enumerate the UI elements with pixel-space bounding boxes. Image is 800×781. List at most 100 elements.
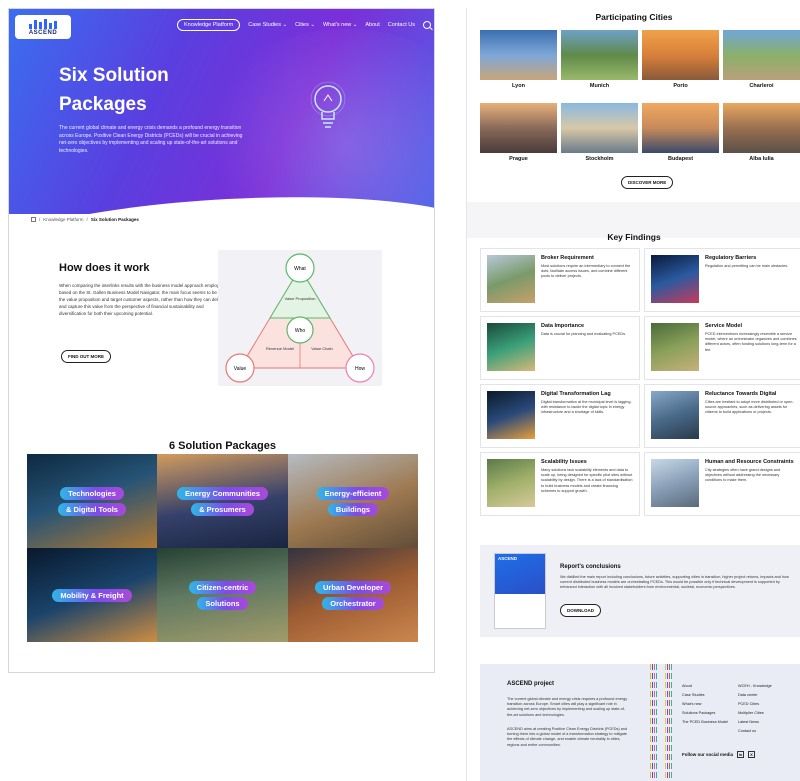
finding-card: Scalability Issues Many solutions lack sc… xyxy=(480,452,640,516)
hero-description: The current global climate and energy cr… xyxy=(59,125,243,154)
report-title: Report's conclusions xyxy=(560,564,621,570)
finding-title: Data Importance xyxy=(541,323,585,329)
nav-about[interactable]: About xyxy=(365,22,379,28)
business-model-diagram: What Value How Who Value Proposition Rev… xyxy=(218,250,382,386)
city-name: Stockholm xyxy=(585,156,614,162)
footer-link[interactable]: Contact us xyxy=(738,729,790,733)
discover-more-button[interactable]: DISCOVER MORE xyxy=(621,176,674,189)
city-name: Alba Iulia xyxy=(749,156,774,162)
breadcrumb: / Knowledge Platform / Six Solution Pack… xyxy=(31,217,139,222)
x-twitter-icon[interactable]: X xyxy=(748,751,756,758)
download-button[interactable]: DOWNLOAD xyxy=(560,604,601,617)
finding-card: Service Model PCED interventions increasi… xyxy=(644,316,800,380)
city-name: Prague xyxy=(509,156,528,162)
city-card[interactable]: Charleroi xyxy=(723,30,800,99)
footer-link[interactable]: Case Studies xyxy=(682,693,734,697)
finding-photo xyxy=(487,459,535,507)
city-card[interactable]: Stockholm xyxy=(561,103,638,172)
finding-card: Regulatory Barriers Regulation and permit… xyxy=(644,248,800,312)
report-section: ASCEND Report's conclusions We distilled… xyxy=(480,545,800,637)
finding-description: PCED interventions increasingly resemble… xyxy=(705,332,797,352)
city-card[interactable]: Budapest xyxy=(642,103,719,172)
footer-link[interactable]: Solutions Packages xyxy=(682,711,734,715)
finding-title: Scalability Issues xyxy=(541,459,587,465)
stripe xyxy=(664,664,666,781)
finding-description: Many solutions lack scalability elements… xyxy=(541,468,633,493)
ascend-logo[interactable]: ASCEND xyxy=(15,15,71,39)
stripe xyxy=(662,664,664,781)
finding-title: Regulatory Barriers xyxy=(705,255,757,261)
report-description: We distilled the main report including c… xyxy=(560,575,789,590)
city-card[interactable]: Munich xyxy=(561,30,638,99)
finding-title: Digital Transformation Lag xyxy=(541,391,611,397)
breadcrumb-separator: / xyxy=(39,217,41,222)
stripe xyxy=(650,664,651,781)
footer-link[interactable]: Data center xyxy=(738,693,790,697)
city-photo xyxy=(561,30,638,80)
package-citizen-centric[interactable]: Citizen-centric Solutions xyxy=(157,548,288,642)
solution-packages-grid: Technologies & Digital Tools Energy Comm… xyxy=(27,454,418,642)
participating-cities-title: Participating Cities xyxy=(595,12,673,22)
label-value-chain: Value Chain xyxy=(311,346,333,351)
solution-packages-page: ASCEND Knowledge Platform Case Studies ⌄… xyxy=(8,8,435,673)
footer-link[interactable]: WCEH - Knowledge xyxy=(738,684,790,688)
breadcrumb-parent[interactable]: Knowledge Platform xyxy=(43,217,83,222)
breadcrumb-separator: / xyxy=(86,217,88,222)
package-mobility-freight[interactable]: Mobility & Freight xyxy=(27,548,157,642)
footer-link[interactable]: Multiplier Cities xyxy=(738,711,790,715)
footer-link[interactable]: What's new xyxy=(682,702,734,706)
stripe xyxy=(660,664,662,781)
finding-title: Service Model xyxy=(705,323,742,329)
city-photo xyxy=(480,30,557,80)
follow-social: Follow our social media in X xyxy=(682,751,756,758)
finding-description: Regulation and permitting can be main ob… xyxy=(705,264,789,268)
city-card[interactable]: Lyon xyxy=(480,30,557,99)
city-grid: Lyon Munich Porto Charleroi Prague Stockholm B… xyxy=(480,30,800,172)
find-out-more-button[interactable]: FIND OUT MORE xyxy=(61,350,111,363)
package-label: & Prosumers xyxy=(191,502,254,516)
package-technologies[interactable]: Technologies & Digital Tools xyxy=(27,454,157,548)
nav-case-studies[interactable]: Case Studies ⌄ xyxy=(248,22,287,28)
city-card[interactable]: Prague xyxy=(480,103,557,172)
nav-cities[interactable]: Cities ⌄ xyxy=(295,22,315,28)
linkedin-icon[interactable]: in xyxy=(737,751,745,758)
footer-title: ASCEND project xyxy=(507,681,555,687)
footer-link[interactable] xyxy=(682,729,734,733)
finding-card: Digital Transformation Lag Digital transf… xyxy=(480,384,640,448)
footer-link[interactable]: The PCED Business Model xyxy=(682,720,734,724)
finding-description: Digital transformation at the municipal … xyxy=(541,400,632,415)
footer-links: About WCEH - Knowledge Case Studies Data ce… xyxy=(682,684,790,733)
nav-contact-us[interactable]: Contact Us xyxy=(388,22,415,28)
footer-link[interactable]: Latest News xyxy=(738,720,790,724)
city-card[interactable]: Porto xyxy=(642,30,719,99)
package-label: Solutions xyxy=(197,596,248,610)
footer-link[interactable]: About xyxy=(682,684,734,688)
package-energy-efficient-buildings[interactable]: Energy-efficient Buildings xyxy=(288,454,418,548)
nav-knowledge-platform[interactable]: Knowledge Platform xyxy=(177,19,241,31)
logo-bars-icon xyxy=(29,18,57,29)
finding-card: Data Importance Data is crucial for plann… xyxy=(480,316,640,380)
footer-link[interactable]: PCED Cities xyxy=(738,702,790,706)
nav-whats-new[interactable]: What's new ⌄ xyxy=(323,22,357,28)
finding-title: Reluctance Towards Digital xyxy=(705,391,777,397)
city-photo xyxy=(723,103,800,153)
finding-title: Broker Requirement xyxy=(541,255,594,261)
label-revenue-model: Revenue Model xyxy=(266,346,294,351)
city-card[interactable]: Alba Iulia xyxy=(723,103,800,172)
search-icon[interactable] xyxy=(422,21,431,29)
decorative-stripes xyxy=(650,664,673,781)
stripe xyxy=(656,664,658,781)
home-icon[interactable] xyxy=(31,217,36,222)
finding-photo xyxy=(651,391,699,439)
package-energy-communities[interactable]: Energy Communities & Prosumers xyxy=(157,454,288,548)
label-value: Value xyxy=(234,366,247,372)
package-urban-developer[interactable]: Urban Developer Orchestrator xyxy=(288,548,418,642)
main-nav: Knowledge Platform Case Studies ⌄ Cities… xyxy=(177,19,431,31)
breadcrumb-current: Six Solution Packages xyxy=(90,217,139,222)
stripe xyxy=(658,664,660,781)
city-photo xyxy=(561,103,638,153)
overview-page: Participating Cities Lyon Munich Porto Char… xyxy=(466,8,800,781)
stripe xyxy=(667,664,668,781)
triangle-diagram: What Value How Who Value Proposition Rev… xyxy=(225,253,375,383)
key-findings-grid: Broker Requirement Most solutions require… xyxy=(480,248,800,516)
